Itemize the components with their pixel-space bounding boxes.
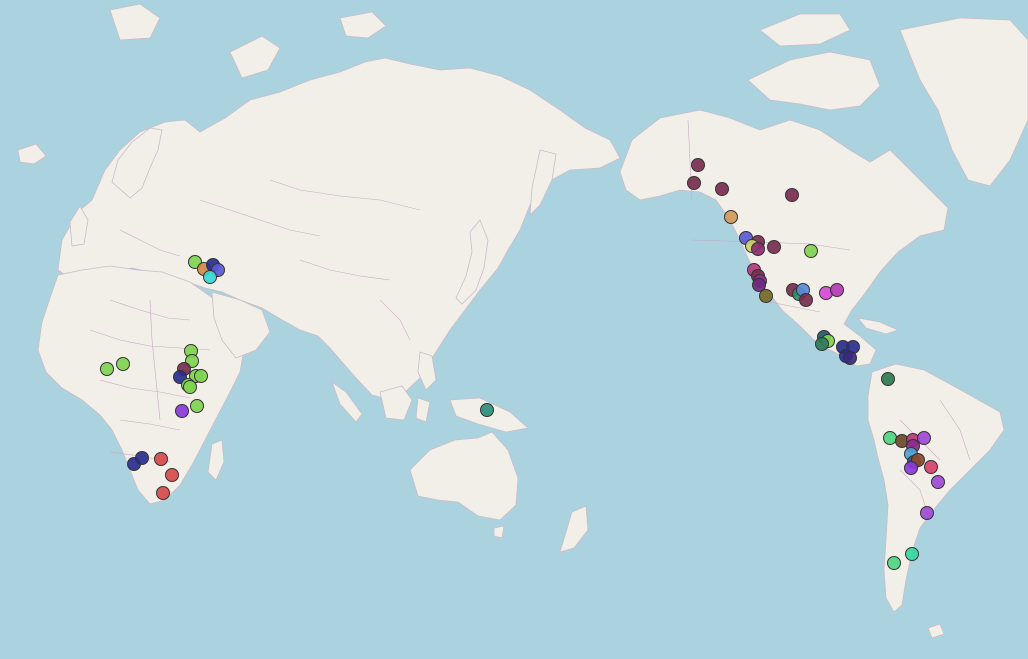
map-marker-alaska[interactable] [691, 158, 705, 172]
map-marker-argentina[interactable] [920, 506, 934, 520]
map-marker-nwt[interactable] [785, 188, 799, 202]
map-marker-caucasus[interactable] [203, 270, 217, 284]
map-marker-mexico[interactable] [815, 337, 829, 351]
map-marker-bolivia[interactable] [924, 460, 938, 474]
map-marker-tanzania[interactable] [175, 404, 189, 418]
map-marker-montana[interactable] [767, 240, 781, 254]
map-marker-tanzania[interactable] [190, 399, 204, 413]
map-marker-bolivia[interactable] [917, 431, 931, 445]
map-marker-southwest[interactable] [799, 293, 813, 307]
world-map[interactable] [0, 0, 1028, 659]
map-marker-alaska[interactable] [687, 176, 701, 190]
map-marker-colombia[interactable] [881, 372, 895, 386]
map-marker-namibia[interactable] [135, 451, 149, 465]
map-marker-yukon[interactable] [715, 182, 729, 196]
map-marker-east-africa[interactable] [194, 369, 208, 383]
map-marker-baja[interactable] [759, 289, 773, 303]
map-marker-southeast[interactable] [830, 283, 844, 297]
map-marker-east-africa[interactable] [183, 380, 197, 394]
map-marker-new-guinea[interactable] [480, 403, 494, 417]
map-marker-south-africa[interactable] [165, 468, 179, 482]
map-marker-west-africa[interactable] [100, 362, 114, 376]
map-marker-south-africa[interactable] [154, 452, 168, 466]
map-marker-dakota[interactable] [804, 244, 818, 258]
map-marker-south-africa[interactable] [156, 486, 170, 500]
map-marker-bc[interactable] [724, 210, 738, 224]
map-marker-argentina[interactable] [931, 475, 945, 489]
tasmania [493, 525, 505, 539]
map-marker-pnw[interactable] [751, 242, 765, 256]
map-marker-patagonia[interactable] [887, 556, 901, 570]
map-marker-central-america[interactable] [843, 351, 857, 365]
map-marker-peru[interactable] [883, 431, 897, 445]
map-marker-west-africa[interactable] [116, 357, 130, 371]
map-marker-patagonia[interactable] [905, 547, 919, 561]
map-marker-bolivia[interactable] [904, 461, 918, 475]
